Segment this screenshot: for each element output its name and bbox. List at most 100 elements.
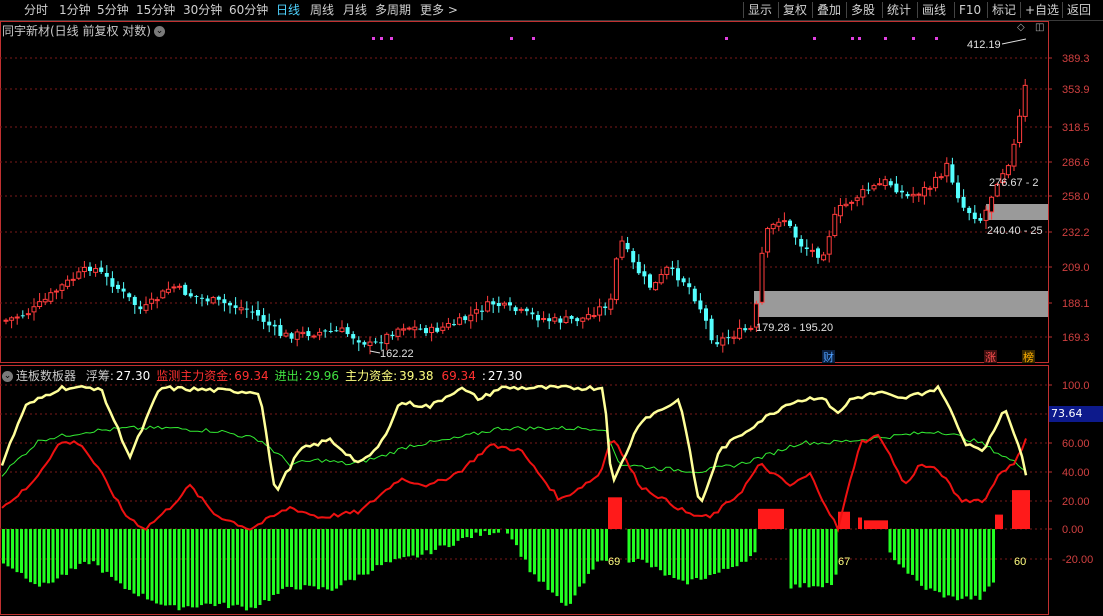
fund-bar-negative	[483, 529, 487, 532]
fund-bar-positive	[1012, 490, 1030, 529]
fund-bar-negative	[663, 529, 667, 576]
candle-body	[31, 306, 37, 313]
candle-body	[328, 330, 333, 332]
chevron-down-icon[interactable]: ⌄	[154, 26, 165, 37]
candle-body	[558, 318, 563, 323]
period-tab-2[interactable]: 5分钟	[97, 0, 129, 20]
candle-body	[681, 278, 686, 283]
fund-bar-negative	[20, 529, 23, 573]
fund-bar-negative	[933, 529, 937, 591]
fund-bar-negative	[650, 529, 653, 568]
period-tab-1[interactable]: 1分钟	[59, 0, 91, 20]
candle-body	[121, 288, 126, 292]
candle-body	[631, 251, 636, 263]
fund-bar-negative	[726, 529, 730, 569]
toolbar-button-5[interactable]: 画线	[922, 0, 946, 20]
period-tab-0[interactable]: 分时	[24, 0, 48, 20]
period-tab-4[interactable]: 30分钟	[183, 0, 222, 20]
fund-bar-negative	[753, 529, 757, 553]
candle-body	[306, 331, 311, 337]
stock-title: 同宇新材(日线 前复权 对数)	[2, 24, 151, 38]
y-tick-label: 318.5	[1062, 122, 1090, 134]
candle-body	[429, 326, 435, 334]
candle-body	[636, 261, 641, 274]
toolbar-button-6[interactable]: F10	[959, 0, 981, 20]
diamond-icon[interactable]: ◇	[1017, 22, 1025, 33]
fund-bar-negative	[515, 529, 518, 546]
candle-body	[866, 189, 871, 191]
fund-bar-positive	[608, 497, 622, 529]
fund-bar-negative	[969, 529, 973, 600]
period-tab-6[interactable]: 日线	[276, 0, 300, 20]
fund-bar-negative	[173, 529, 176, 606]
signal-marker	[372, 37, 375, 40]
candle-body	[238, 307, 244, 311]
toolbar-button-0[interactable]: 显示	[748, 0, 772, 20]
toolbar-button-1[interactable]: 复权	[783, 0, 807, 20]
candle-body	[956, 182, 960, 199]
window-toggle-icon[interactable]: ◫	[1035, 22, 1044, 33]
candle-body	[748, 327, 754, 330]
indicator-y-tick: 20.00	[1062, 496, 1090, 508]
period-tab-3[interactable]: 15分钟	[136, 0, 175, 20]
fund-bar-positive	[758, 508, 784, 529]
candle-body	[972, 212, 977, 219]
period-tab-9[interactable]: 多周期	[375, 0, 411, 20]
candle-body	[480, 310, 484, 312]
fund-bar-negative	[695, 529, 698, 579]
candle-body	[294, 331, 300, 340]
fund-bar-negative	[47, 529, 50, 584]
toolbar-button-2[interactable]: 叠加	[817, 0, 841, 20]
fund-bar-negative	[249, 529, 253, 608]
indicator-value-3: 39.38	[399, 369, 434, 383]
candle-body	[132, 296, 137, 305]
toolbar-button-8[interactable]: +自选	[1025, 0, 1059, 20]
candle-body	[222, 299, 227, 304]
candle-body	[261, 315, 266, 322]
candlestick-chart[interactable]: 389.3 353.9 318.5 286.6 258.0 232.2 209.0 188.1…	[0, 21, 1103, 364]
candle-body	[837, 205, 843, 217]
event-marker: 涨	[985, 351, 996, 364]
candle-body	[625, 242, 630, 250]
candle-body	[463, 316, 468, 321]
fund-bar-negative	[749, 529, 752, 557]
event-marker: 榜	[1023, 350, 1034, 364]
fund-bar-negative	[132, 529, 136, 594]
y-tick-label: 232.2	[1062, 227, 1090, 239]
fund-bar-negative	[141, 529, 145, 594]
bar-count-label: 69	[608, 556, 620, 568]
fund-bar-negative	[992, 529, 995, 583]
toolbar-button-4[interactable]: 统计	[887, 0, 911, 20]
fund-bar-negative	[915, 529, 919, 581]
candle-body	[384, 333, 390, 345]
period-tab-7[interactable]: 周线	[310, 0, 334, 20]
candle-body	[731, 336, 737, 339]
toolbar-button-3[interactable]: 多股	[851, 0, 875, 20]
candle-body	[983, 209, 989, 221]
candle-body	[250, 311, 255, 313]
candle-body	[743, 328, 748, 331]
candle-body	[900, 190, 904, 193]
fund-bar-negative	[105, 529, 109, 572]
candle-body	[508, 302, 512, 306]
candle-body	[585, 314, 591, 320]
fund-bar-negative	[659, 529, 662, 571]
fund-bar-negative	[42, 529, 46, 583]
candle-body	[715, 342, 720, 345]
fund-bar-negative	[393, 529, 397, 560]
candle-body	[154, 299, 160, 302]
fund-bar-negative	[195, 529, 199, 608]
candle-body	[905, 194, 910, 197]
period-tab-10[interactable]: 更多 >	[420, 0, 458, 20]
period-tab-8[interactable]: 月线	[343, 0, 367, 20]
fund-bar-negative	[344, 529, 347, 581]
fund-bar-negative	[137, 529, 140, 597]
candle-body	[53, 290, 59, 293]
candle-body	[580, 317, 586, 322]
toolbar-button-7[interactable]: 标记	[992, 0, 1016, 20]
chevron-down-icon[interactable]: ⌄	[2, 371, 13, 382]
period-tab-5[interactable]: 60分钟	[229, 0, 268, 20]
indicator-name[interactable]: 连板数板器	[16, 369, 76, 383]
indicator-chart[interactable]: 100.080.0060.0040.0020.000.00-20.0069676…	[0, 365, 1103, 616]
toolbar-button-9[interactable]: 返回	[1067, 0, 1091, 20]
